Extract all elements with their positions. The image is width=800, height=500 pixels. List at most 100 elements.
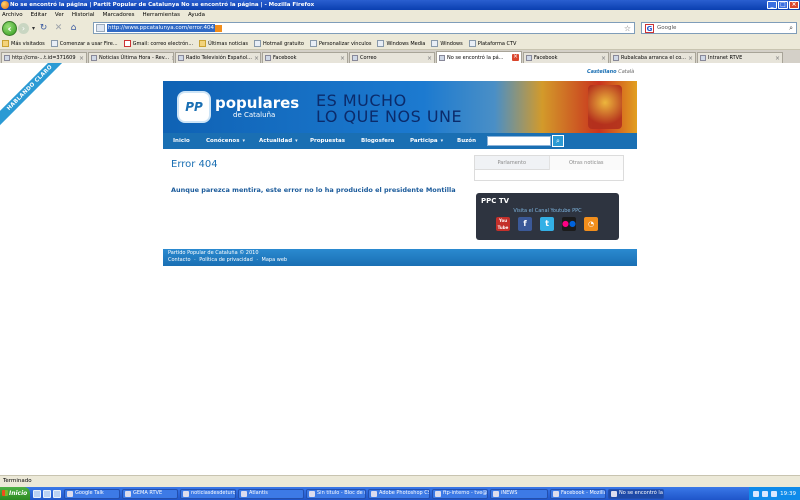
footer-link-privacidad[interactable]: Política de privacidad [199, 257, 252, 263]
youtube-icon[interactable]: You Tube [496, 217, 510, 231]
taskbar-item-active[interactable]: No se encontró la p... [608, 488, 664, 499]
nav-actualidad[interactable]: Actualidad ▾ [259, 138, 310, 144]
site-banner[interactable]: PP populares de Cataluña ES MUCHO LO QUE… [163, 81, 637, 137]
close-tab-icon[interactable]: × [427, 55, 432, 62]
bookmark-item[interactable]: Últimas noticias [199, 40, 248, 47]
taskbar-item[interactable]: Google Talk [64, 488, 120, 499]
search-input[interactable]: Google [657, 25, 676, 31]
menu-marcadores[interactable]: Marcadores [103, 12, 135, 18]
bookmark-item[interactable]: Gmail: correo electrón... [123, 40, 193, 47]
rss-icon[interactable]: ◔ [584, 217, 598, 231]
menu-editar[interactable]: Editar [31, 12, 47, 18]
bookmark-star-icon[interactable]: ☆ [624, 24, 634, 33]
bookmark-item[interactable]: Más visitados [2, 40, 45, 47]
feed-icon[interactable] [215, 24, 223, 32]
footer-link-mapa-web[interactable]: Mapa web [262, 257, 288, 263]
folder-icon [199, 40, 207, 47]
quick-launch-icon[interactable] [53, 489, 61, 498]
nav-conocenos[interactable]: Conócenos ▾ [206, 138, 259, 144]
browser-tab[interactable]: Facebook × [523, 52, 609, 63]
bookmark-item[interactable]: Plataforma CTV [468, 40, 516, 47]
bookmark-item[interactable]: Hotmail gratuito [254, 40, 304, 47]
folder-icon [2, 40, 9, 47]
close-tab-icon[interactable]: × [775, 55, 780, 62]
taskbar-item[interactable]: Adobe Photoshop CS3 [368, 488, 430, 499]
browser-tab[interactable]: Correo × [349, 52, 435, 63]
site-search-button[interactable]: ⌕ [552, 135, 564, 147]
browser-tab[interactable]: Radio Televisión Español... × [175, 52, 261, 63]
close-tab-icon[interactable]: × [688, 55, 693, 62]
tray-icon[interactable] [762, 490, 769, 497]
close-tab-icon[interactable]: × [340, 55, 345, 62]
clock[interactable]: 19:39 [780, 491, 796, 497]
navigation-toolbar: ‹ › ▾ ↻ ✕ ⌂ http://www.ppcatalunya.com/e… [0, 19, 800, 38]
history-dropdown-icon[interactable]: ▾ [32, 25, 35, 32]
tray-icon[interactable] [753, 490, 760, 497]
url-bar[interactable]: http://www.ppcatalunya.com/error.404 ☆ [93, 22, 635, 34]
home-icon[interactable]: ⌂ [68, 23, 79, 34]
browser-tab[interactable]: Facebook × [262, 52, 348, 63]
taskbar-item[interactable]: ftp-interno - tve@ft... [432, 488, 488, 499]
nav-participa[interactable]: Participa ▾ [410, 138, 457, 144]
tab-parlamento[interactable]: Parlamento [475, 156, 549, 170]
tab-favicon-icon [613, 55, 619, 61]
start-button[interactable]: Inicio [0, 487, 30, 500]
news-tabs-widget: Parlamento Otras noticias [474, 155, 624, 181]
close-tab-icon[interactable]: × [601, 55, 606, 62]
menu-archivo[interactable]: Archivo [2, 12, 23, 18]
flickr-icon[interactable]: ●● [562, 217, 576, 231]
menu-herramientas[interactable]: Herramientas [143, 12, 180, 18]
hablando-claro-ribbon[interactable]: HABLANDO CLARO [0, 63, 76, 134]
google-icon[interactable]: G [645, 23, 654, 33]
app-icon [241, 490, 247, 497]
tray-icon[interactable] [771, 490, 778, 497]
quick-launch-icon[interactable] [33, 489, 41, 498]
pp-logo-icon[interactable]: PP [177, 91, 211, 123]
close-window-button[interactable]: × [789, 1, 799, 9]
taskbar-item[interactable]: iNEWS [490, 488, 548, 499]
youtube-channel-link[interactable]: Visita el Canal Youtube PPC [476, 208, 619, 214]
forward-button[interactable]: › [18, 23, 29, 34]
browser-tab-active[interactable]: No se encontró la pá... × [436, 51, 522, 63]
close-tab-icon[interactable]: × [512, 54, 519, 61]
browser-tab[interactable]: http://cms-...t.id=371609 × [1, 52, 87, 63]
site-search-input[interactable] [487, 136, 551, 146]
twitter-icon[interactable]: t [540, 217, 554, 231]
taskbar-item[interactable]: Atlantis [238, 488, 304, 499]
quick-launch-icon[interactable] [43, 489, 51, 498]
menu-ver[interactable]: Ver [55, 12, 64, 18]
close-tab-icon[interactable]: × [171, 55, 173, 62]
footer-link-contacto[interactable]: Contacto [168, 257, 191, 263]
browser-tab[interactable]: Intranet RTVE × [697, 52, 783, 63]
taskbar-item[interactable]: Sin título - Bloc de n... [306, 488, 366, 499]
nav-propuestas[interactable]: Propuestas [310, 138, 361, 144]
close-tab-icon[interactable]: × [254, 55, 259, 62]
taskbar-item[interactable]: GEMA RTVE [122, 488, 178, 499]
search-icon[interactable]: ⌕ [789, 24, 793, 33]
bookmark-item[interactable]: Personalizar vínculos [309, 40, 371, 47]
lang-catala-link[interactable]: Català [618, 69, 634, 75]
bookmark-item[interactable]: Comenzar a usar Fire... [50, 40, 118, 47]
browser-tab[interactable]: Rubalcaba arranca el co... × [610, 52, 696, 63]
facebook-icon[interactable]: f [518, 217, 532, 231]
browser-tab[interactable]: Noticias Última Hora - Rev...× [88, 52, 174, 63]
menu-ayuda[interactable]: Ayuda [188, 12, 205, 18]
stop-icon[interactable]: ✕ [53, 23, 64, 34]
bookmark-item[interactable]: Windows Media [377, 40, 425, 47]
maximize-button[interactable]: □ [778, 1, 788, 9]
menu-historial[interactable]: Historial [72, 12, 95, 18]
nav-inicio[interactable]: Inicio [173, 138, 206, 144]
minimize-button[interactable]: _ [767, 1, 777, 9]
search-bar[interactable]: G Google ⌕ [641, 22, 797, 34]
back-button[interactable]: ‹ [2, 21, 17, 36]
url-text[interactable]: http://www.ppcatalunya.com/error.404 [107, 24, 216, 32]
bookmark-item[interactable]: Windows [431, 40, 463, 47]
nav-blogosfera[interactable]: Blogosfera [361, 138, 410, 144]
taskbar-item[interactable]: noticiasdesdeturqui... [180, 488, 236, 499]
reload-icon[interactable]: ↻ [38, 23, 49, 34]
taskbar-item[interactable]: Facebook - Mozilla F... [550, 488, 606, 499]
close-tab-icon[interactable]: × [79, 55, 84, 62]
lang-castellano-link[interactable]: Castellano [587, 69, 617, 75]
tab-otras-noticias[interactable]: Otras noticias [548, 156, 623, 170]
nav-buzon[interactable]: Buzón [457, 138, 487, 144]
